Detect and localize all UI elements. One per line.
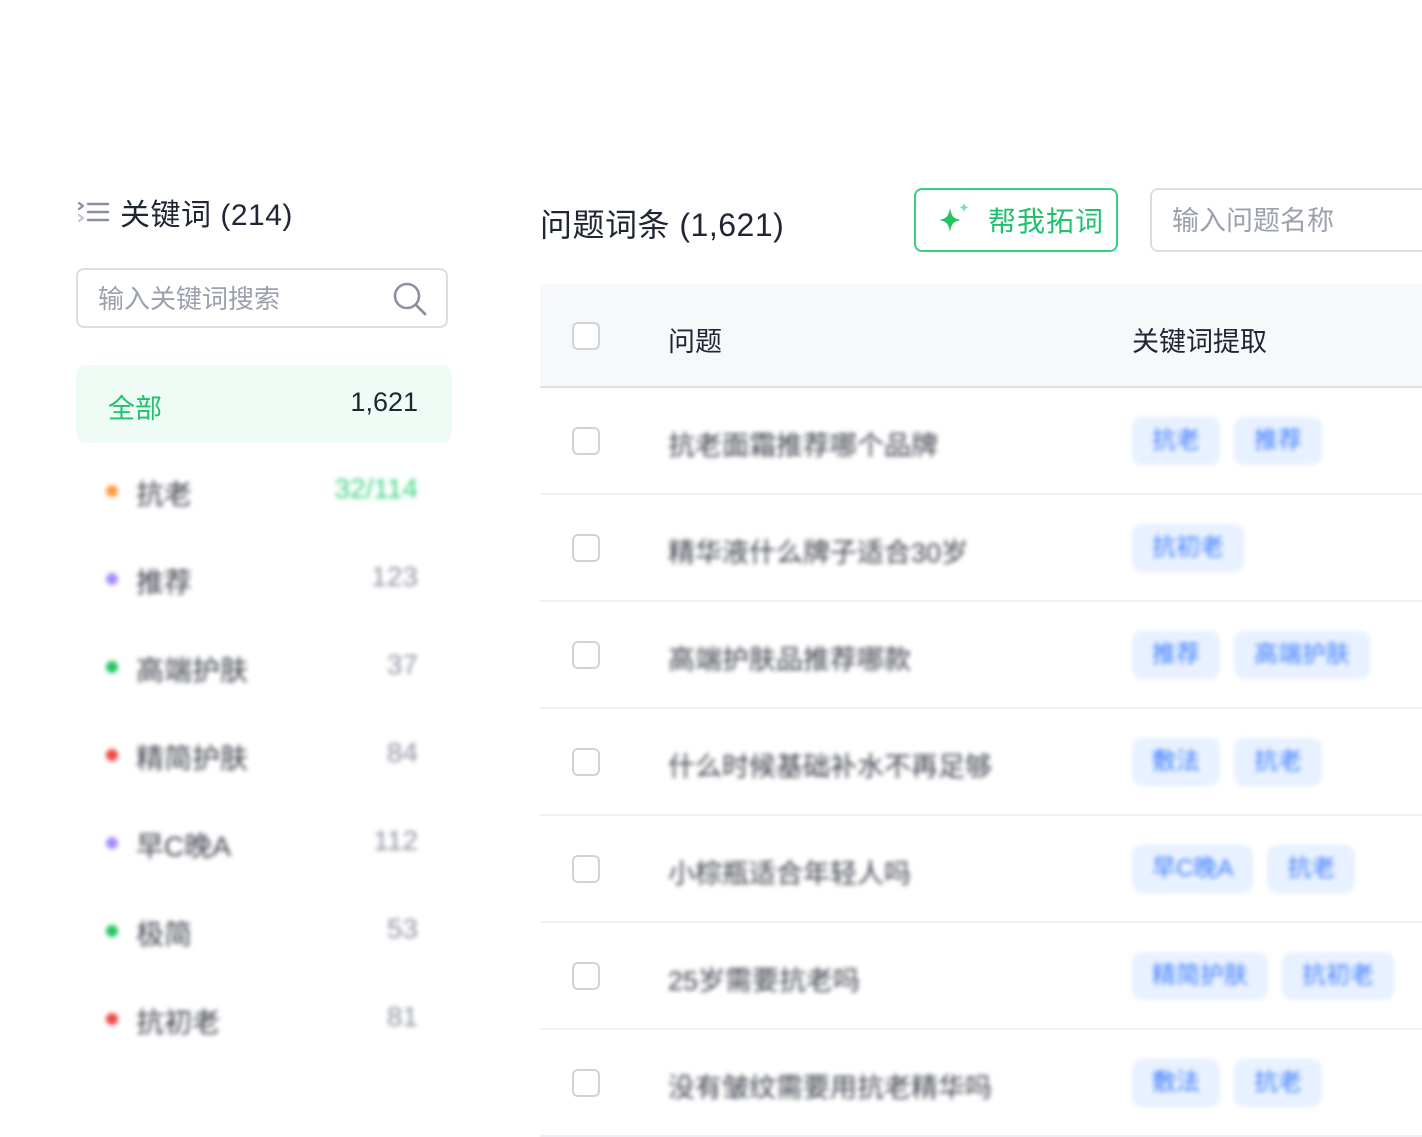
sidebar-item-content: 极简 53 [106,913,418,950]
question-table: 问题 关键词提取 抗老面霜推荐哪个品牌 抗老 推荐 精华液什么牌子适合30岁 抗初老 高端… [540,284,1422,1137]
color-dot-icon [106,661,118,673]
keyword-tags: 抗初老 [1132,524,1244,572]
table-row[interactable]: 高端护肤品推荐哪款 推荐 高端护肤 [540,602,1422,709]
sidebar-item-keyword[interactable]: 早C晚A 112 [76,799,452,887]
sidebar-item-label: 推荐 [136,567,193,598]
sidebar-item-keyword[interactable]: 精简护肤 84 [76,711,452,799]
keyword-tag[interactable]: 抗初老 [1132,524,1244,572]
sidebar-item-keyword[interactable]: 推荐 123 [76,535,452,623]
color-dot-icon [106,749,118,761]
sidebar-item-count: 1,621 [350,387,418,417]
keyword-tag[interactable]: 抗初老 [1282,952,1394,1000]
keyword-tag[interactable]: 早C晚A [1132,845,1254,893]
keyword-search-input[interactable] [96,278,390,320]
keyword-sidebar: 关键词 (214) 全部 1,621 抗老 32/114 推荐 123 高端护肤 37 精简… [76,188,452,1038]
row-checkbox[interactable] [572,427,600,455]
sidebar-item-content: 推荐 123 [106,561,418,598]
sidebar-item-keyword[interactable]: 抗老 32/114 [76,447,452,535]
table-row[interactable]: 精华液什么牌子适合30岁 抗初老 [540,495,1422,602]
sidebar-item-content: 抗初老 81 [106,1001,418,1038]
sidebar-item-count: 37 [386,649,418,680]
table-header: 问题 关键词提取 [540,284,1422,388]
sidebar-item-label: 极简 [136,919,193,950]
sidebar-item-content: 早C晚A 112 [106,825,418,862]
expand-keywords-button[interactable]: 帮我拓词 [914,188,1118,252]
color-dot-icon [106,925,118,937]
row-checkbox[interactable] [572,1069,600,1097]
keyword-tags: 抗老 推荐 [1132,417,1322,465]
row-checkbox[interactable] [572,748,600,776]
sidebar-item-keyword[interactable]: 高端护肤 37 [76,623,452,711]
table-body: 抗老面霜推荐哪个品牌 抗老 推荐 精华液什么牌子适合30岁 抗初老 高端护肤品推荐哪款 推荐… [540,388,1422,1137]
sidebar-item-label: 高端护肤 [136,655,249,686]
sidebar-item-label: 抗老 [136,479,193,510]
keyword-tags: 早C晚A 抗老 [1132,845,1356,893]
question-search-field[interactable] [1150,188,1422,252]
question-text: 25岁需要抗老吗 [668,966,861,996]
sidebar-header: 关键词 (214) [76,188,452,236]
sidebar-item-keyword[interactable]: 极简 53 [76,887,452,975]
keyword-tag[interactable]: 精简护肤 [1132,952,1268,1000]
table-row[interactable]: 25岁需要抗老吗 精简护肤 抗初老 [540,923,1422,1030]
sidebar-item-count: 81 [386,1001,418,1032]
sidebar-item-keyword[interactable]: 抗初老 81 [76,975,452,1063]
keyword-tag[interactable]: 抗老 [1267,845,1356,893]
keyword-tag[interactable]: 敷法 [1132,1059,1220,1107]
column-header-keywords: 关键词提取 [1132,327,1267,357]
sidebar-item-count: 53 [386,913,418,944]
keyword-tag[interactable]: 推荐 [1132,631,1220,679]
color-dot-icon [106,1013,118,1025]
color-dot-icon [106,573,118,585]
sidebar-item-content: 精简护肤 84 [106,737,418,774]
question-text: 小棕瓶适合年轻人吗 [668,859,911,889]
sidebar-item-label: 抗初老 [136,1007,221,1038]
question-text: 精华液什么牌子适合30岁 [668,538,969,568]
keyword-tag[interactable]: 敷法 [1132,738,1220,786]
sidebar-item-content: 高端护肤 37 [106,649,418,686]
keyword-tag[interactable]: 抗老 [1234,738,1322,786]
expand-keywords-label: 帮我拓词 [988,206,1105,237]
keyword-tag[interactable]: 抗老 [1234,1059,1322,1107]
search-icon[interactable] [392,281,428,317]
sidebar-item-label: 全部 [108,394,162,424]
question-text: 高端护肤品推荐哪款 [668,645,911,675]
sidebar-item-count: 32/114 [334,473,418,504]
table-row[interactable]: 小棕瓶适合年轻人吗 早C晚A 抗老 [540,816,1422,923]
question-text: 抗老面霜推荐哪个品牌 [668,431,938,461]
question-text: 什么时候基础补水不再足够 [668,752,992,782]
sidebar-item-count: 112 [373,825,418,856]
keyword-search-field[interactable] [76,268,448,328]
page-title: 问题词条 (1,621) [540,207,785,243]
sidebar-item-label: 精简护肤 [136,743,249,774]
sparkle-icon [934,200,974,240]
keyword-tag[interactable]: 抗老 [1132,417,1220,465]
keyword-tags: 敷法 抗老 [1132,1059,1322,1107]
question-text: 没有皱纹需要用抗老精华吗 [668,1073,992,1103]
keyword-tags: 推荐 高端护肤 [1132,631,1370,679]
table-row[interactable]: 没有皱纹需要用抗老精华吗 敷法 抗老 [540,1030,1422,1137]
sidebar-item-label: 早C晚A [136,831,231,862]
question-search-input[interactable] [1170,200,1422,242]
sidebar-item-content: 抗老 32/114 [106,473,418,510]
sidebar-item-all[interactable]: 全部 1,621 [76,365,452,443]
table-row[interactable]: 什么时候基础补水不再足够 敷法 抗老 [540,709,1422,816]
sidebar-title: 关键词 (214) [120,199,293,232]
keyword-tag[interactable]: 高端护肤 [1234,631,1370,679]
row-checkbox[interactable] [572,641,600,669]
sidebar-item-count: 84 [386,737,418,768]
row-checkbox[interactable] [572,534,600,562]
select-all-checkbox[interactable] [572,322,600,350]
keyword-tags: 敷法 抗老 [1132,738,1322,786]
row-checkbox[interactable] [572,962,600,990]
color-dot-icon [106,837,118,849]
table-row[interactable]: 抗老面霜推荐哪个品牌 抗老 推荐 [540,388,1422,495]
column-header-question: 问题 [668,327,722,357]
keyword-list: 抗老 32/114 推荐 123 高端护肤 37 精简护肤 84 早C晚A 112 极简 53 抗初老 8… [76,447,452,1063]
sidebar-item-count: 123 [371,561,418,592]
color-dot-icon [106,485,118,497]
list-collapse-icon[interactable] [76,198,110,226]
keyword-tags: 精简护肤 抗初老 [1132,952,1394,1000]
keyword-tag[interactable]: 推荐 [1234,417,1322,465]
row-checkbox[interactable] [572,855,600,883]
